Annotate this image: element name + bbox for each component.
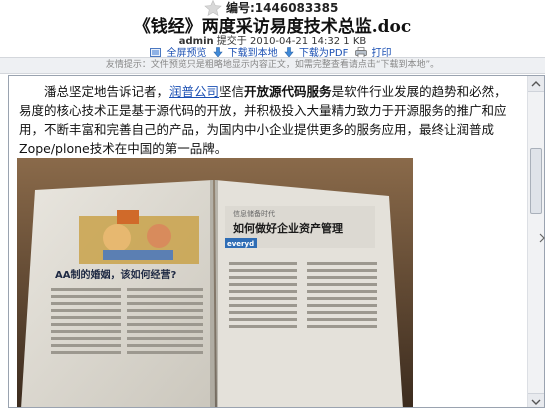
photo-left-headline: AA制的婚姻，该如何经营? (55, 268, 176, 281)
magazine-photo: AA制的婚姻，该如何经营? 信息储备时代 如何做好企业资产管理 everyd (17, 158, 413, 407)
chevron-right-icon[interactable] (539, 232, 545, 244)
para-bold-text: 开放源代码服务 (244, 84, 332, 99)
document-page: 潘总坚定地告诉记者，润普公司坚信开放源代码服务是软件行业发展的趋势和必然，易度的… (9, 76, 521, 407)
photo-right-logo: everyd (227, 240, 254, 248)
photo-right-headline: 如何做好企业资产管理 (233, 221, 343, 235)
para-text: 坚信 (219, 84, 245, 99)
scroll-up-button[interactable] (528, 76, 544, 92)
chevron-down-icon (531, 399, 541, 405)
scroll-down-button[interactable] (528, 393, 544, 407)
hint-bar: 友情提示：文件预览只是粗略地显示内容正文，如需完整查看请点击“下载到本地”。 (0, 57, 545, 74)
document-viewer[interactable]: 潘总坚定地告诉记者，润普公司坚信开放源代码服务是软件行业发展的趋势和必然，易度的… (8, 75, 545, 408)
para-text: 潘总坚定地告诉记者， (44, 84, 170, 99)
company-link[interactable]: 润普公司 (169, 84, 219, 99)
photo-right-kicker: 信息储备时代 (233, 209, 275, 218)
scroll-thumb[interactable] (530, 148, 542, 214)
chevron-up-icon (531, 81, 541, 87)
document-paragraph: 潘总坚定地告诉记者，润普公司坚信开放源代码服务是软件行业发展的趋势和必然，易度的… (19, 82, 514, 158)
